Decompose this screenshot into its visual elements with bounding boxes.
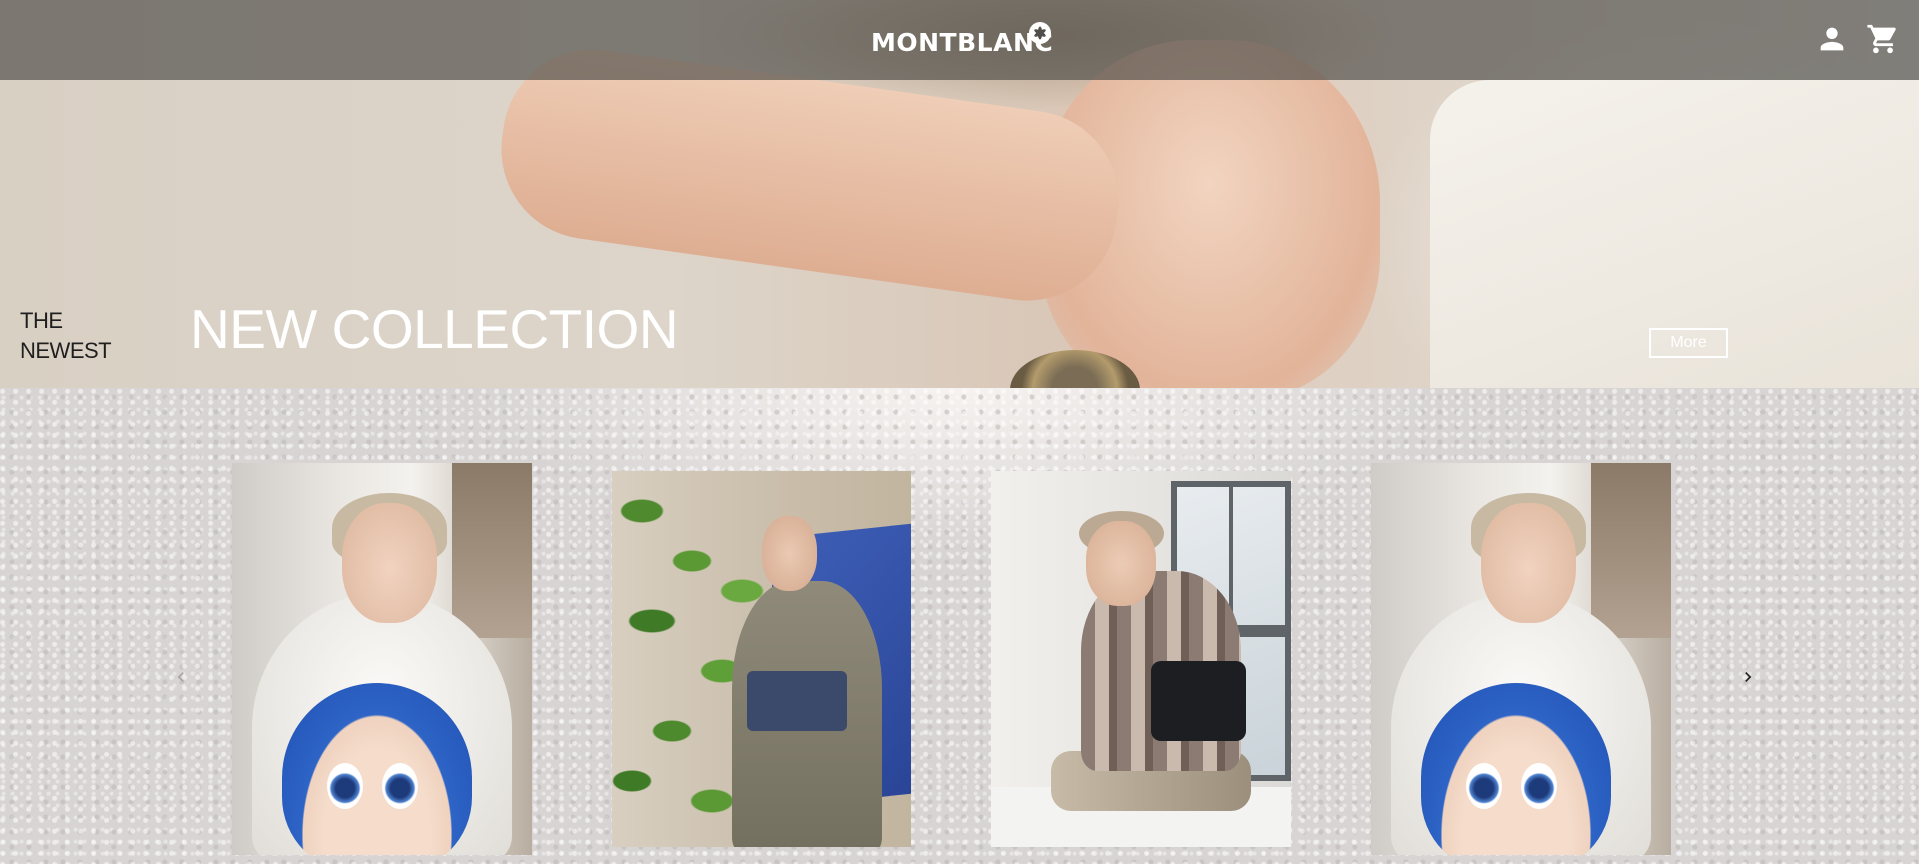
- cart-icon[interactable]: [1866, 22, 1900, 56]
- gallery-photo-1[interactable]: [232, 463, 532, 855]
- hero-title: NEW COLLECTION: [190, 298, 679, 360]
- montblanc-star-icon: [1029, 22, 1051, 44]
- chevron-right-icon: [1738, 667, 1758, 687]
- product-gallery: [0, 388, 1919, 864]
- more-button[interactable]: More: [1649, 328, 1728, 358]
- brand-logo[interactable]: MONTBLANC: [871, 28, 1053, 57]
- gallery-photo-3[interactable]: [991, 471, 1291, 847]
- hero-kicker-line1: THE: [20, 308, 63, 333]
- hero-kicker: THE NEWEST: [20, 306, 112, 366]
- hero-kicker-line2: NEWEST: [20, 338, 112, 363]
- gallery-photo-4[interactable]: [1371, 463, 1671, 855]
- account-icon[interactable]: [1815, 22, 1849, 56]
- gallery-prev-arrow[interactable]: [166, 662, 196, 692]
- site-header: MONTBLANC: [0, 0, 1919, 80]
- chevron-left-icon: [171, 667, 191, 687]
- gallery-photo-2[interactable]: [612, 471, 911, 847]
- gallery-next-arrow[interactable]: [1733, 662, 1763, 692]
